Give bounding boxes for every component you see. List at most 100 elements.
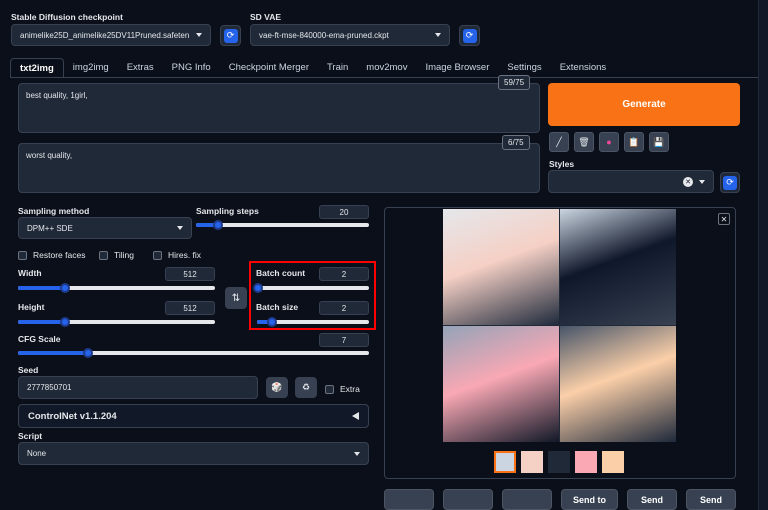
checkpoint-value: animelike25D_animelike25DV11Pruned.safet… — [20, 30, 190, 40]
show-extra-networks-button[interactable]: ● — [599, 132, 619, 152]
extra-seed-checkbox[interactable]: Extra — [325, 384, 360, 394]
chevron-down-icon — [354, 451, 360, 456]
send-to-inpaint-button[interactable]: Send — [627, 489, 677, 510]
save-icon: 💾 — [653, 136, 665, 147]
chevron-down-icon — [699, 179, 705, 184]
tab-train[interactable]: Train — [318, 58, 357, 78]
gem-icon: ● — [606, 137, 612, 147]
save-style-button[interactable]: 💾 — [649, 132, 669, 152]
sampling-method-label: Sampling method — [18, 206, 90, 216]
chevron-down-icon — [177, 226, 183, 230]
dice-icon: 🎲 — [271, 382, 283, 392]
vae-dropdown[interactable]: vae-ft-mse-840000-ema-pruned.ckpt — [250, 24, 450, 46]
prompt-input[interactable]: best quality, 1girl, — [18, 83, 540, 133]
sampling-steps-input[interactable]: 20 — [319, 205, 369, 219]
sampling-method-value: DPM++ SDE — [27, 223, 73, 233]
tab-checkpoint-merger[interactable]: Checkpoint Merger — [220, 58, 318, 78]
tab-png-info[interactable]: PNG Info — [163, 58, 220, 78]
tab-extensions[interactable]: Extensions — [551, 58, 615, 78]
scrollbar[interactable] — [758, 0, 768, 510]
thumbnail-grid[interactable] — [494, 451, 516, 473]
controlnet-title: ControlNet v1.1.204 — [28, 410, 117, 422]
tab-divider — [10, 77, 758, 78]
batch-size-label: Batch size — [256, 302, 299, 312]
seed-label: Seed — [18, 365, 39, 375]
cfg-scale-label: CFG Scale — [18, 334, 61, 344]
sampling-steps-label: Sampling steps — [196, 206, 259, 216]
tab-txt2img[interactable]: txt2img — [10, 58, 64, 78]
batch-count-label: Batch count — [256, 268, 306, 278]
height-label: Height — [18, 302, 45, 312]
save-button[interactable] — [443, 489, 493, 510]
pencil-icon: ╱ — [556, 136, 562, 147]
reuse-seed-button[interactable]: ♻ — [295, 377, 317, 398]
generated-image-4[interactable] — [560, 326, 676, 442]
width-label: Width — [18, 268, 42, 278]
generate-button[interactable]: Generate — [548, 83, 740, 126]
batch-size-slider[interactable] — [257, 317, 369, 327]
send-to-extras-button[interactable]: Send — [686, 489, 736, 510]
prompt-token-counter: 59/75 — [498, 75, 531, 90]
controlnet-accordion[interactable]: ControlNet v1.1.204 — [18, 404, 369, 428]
checkpoint-dropdown[interactable]: animelike25D_animelike25DV11Pruned.safet… — [11, 24, 211, 46]
refresh-icon: ⟳ — [462, 28, 477, 43]
styles-label: Styles — [549, 159, 575, 169]
clear-styles-icon[interactable]: ✕ — [683, 176, 693, 187]
cfg-scale-slider[interactable] — [18, 348, 369, 358]
cfg-scale-input[interactable]: 7 — [319, 333, 369, 347]
thumbnail-strip — [494, 451, 624, 473]
tab-img2img[interactable]: img2img — [64, 58, 118, 78]
negative-prompt-token-counter: 6/75 — [502, 135, 530, 150]
vae-label: SD VAE — [250, 12, 282, 22]
sampling-method-dropdown[interactable]: DPM++ SDE — [18, 217, 192, 239]
tab-mov2mov[interactable]: mov2mov — [357, 58, 416, 78]
zip-button[interactable] — [502, 489, 552, 510]
thumbnail-1[interactable] — [521, 451, 543, 473]
refresh-checkpoint-button[interactable]: ⟳ — [220, 25, 241, 46]
negative-prompt-input[interactable]: worst quality, — [18, 143, 540, 193]
batch-size-input[interactable]: 2 — [319, 301, 369, 315]
tab-image-browser[interactable]: Image Browser — [416, 58, 498, 78]
chevron-down-icon — [435, 33, 441, 37]
trash-icon: 🗑 — [578, 136, 590, 147]
height-input[interactable]: 512 — [165, 301, 215, 315]
width-slider[interactable] — [18, 283, 215, 293]
generated-image-1[interactable] — [443, 209, 559, 325]
clear-button[interactable]: 🗑 — [574, 132, 594, 152]
swap-dimensions-button[interactable]: ⇅ — [225, 287, 247, 309]
apply-style-button[interactable]: 📋 — [624, 132, 644, 152]
recycle-icon: ♻ — [301, 382, 311, 392]
batch-count-slider[interactable] — [253, 283, 369, 293]
thumbnail-2[interactable] — [548, 451, 570, 473]
styles-dropdown[interactable]: ✕ — [548, 170, 714, 193]
width-input[interactable]: 512 — [165, 267, 215, 281]
collapse-triangle-icon — [352, 412, 359, 420]
height-slider[interactable] — [18, 317, 215, 327]
random-seed-button[interactable]: 🎲 — [266, 377, 288, 398]
thumbnail-3[interactable] — [575, 451, 597, 473]
thumbnail-4[interactable] — [602, 451, 624, 473]
seed-input[interactable]: 2777850701 — [18, 376, 258, 399]
send-to-img2img-button[interactable]: Send to — [561, 489, 618, 510]
restore-faces-checkbox[interactable]: Restore faces — [18, 250, 85, 260]
image-grid — [443, 209, 676, 442]
sampling-steps-slider[interactable] — [196, 220, 369, 230]
generated-image-2[interactable] — [560, 209, 676, 325]
refresh-styles-button[interactable]: ⟳ — [720, 172, 740, 193]
chevron-down-icon — [196, 33, 202, 37]
script-label: Script — [18, 431, 43, 441]
batch-count-input[interactable]: 2 — [319, 267, 369, 281]
script-dropdown[interactable]: None — [18, 442, 369, 465]
refresh-icon: ⟳ — [723, 175, 737, 190]
refresh-vae-button[interactable]: ⟳ — [459, 25, 480, 46]
refresh-icon: ⟳ — [223, 28, 238, 43]
checkpoint-label: Stable Diffusion checkpoint — [11, 12, 123, 22]
open-folder-button[interactable] — [384, 489, 434, 510]
tab-extras[interactable]: Extras — [118, 58, 163, 78]
hires-fix-checkbox[interactable]: Hires. fix — [153, 250, 201, 260]
generated-image-3[interactable] — [443, 326, 559, 442]
tiling-checkbox[interactable]: Tiling — [99, 250, 134, 260]
close-icon[interactable]: ✕ — [718, 213, 730, 225]
paste-button[interactable]: ╱ — [549, 132, 569, 152]
vae-value: vae-ft-mse-840000-ema-pruned.ckpt — [259, 30, 389, 40]
